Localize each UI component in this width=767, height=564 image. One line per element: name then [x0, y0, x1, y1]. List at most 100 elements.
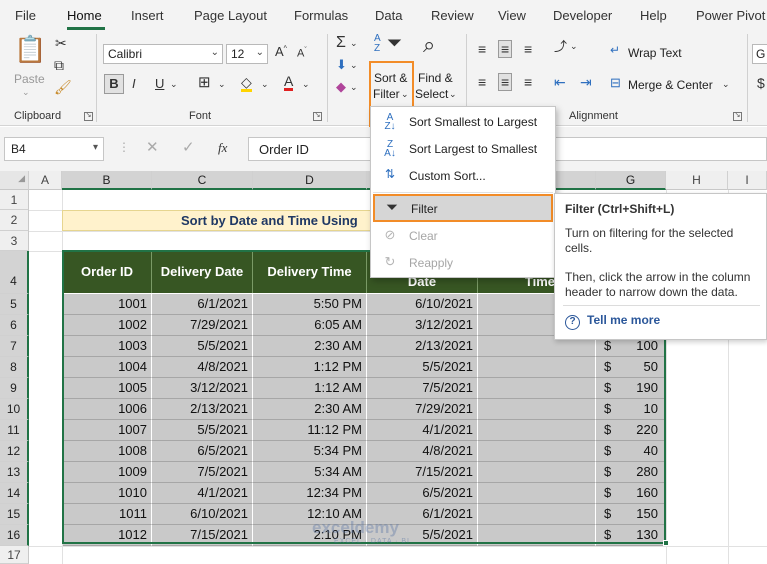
- table-cell[interactable]: 1:12 PM: [253, 357, 367, 378]
- header-delivery-date[interactable]: Delivery Date: [152, 251, 253, 293]
- cut-icon[interactable]: ✂: [55, 36, 67, 50]
- align-center-icon[interactable]: ≡: [498, 73, 513, 91]
- table-cell[interactable]: 1002: [63, 315, 152, 336]
- chevron-down-icon[interactable]: ⌄: [218, 80, 226, 89]
- row-header[interactable]: 15: [0, 504, 29, 525]
- column-header[interactable]: B: [62, 171, 152, 190]
- chevron-down-icon[interactable]: ⌄: [350, 39, 358, 48]
- table-cell[interactable]: [478, 441, 596, 462]
- tab-home[interactable]: Home: [67, 8, 102, 23]
- table-cell[interactable]: $10: [596, 399, 665, 420]
- align-top-icon[interactable]: ≡: [478, 42, 486, 56]
- row-header[interactable]: 9: [0, 378, 29, 399]
- chevron-down-icon[interactable]: ⌄: [350, 61, 358, 70]
- table-cell[interactable]: 5/5/2021: [367, 357, 478, 378]
- table-cell[interactable]: 1003: [63, 336, 152, 357]
- table-cell[interactable]: $160: [596, 483, 665, 504]
- table-cell[interactable]: 3/12/2021: [367, 315, 478, 336]
- tab-view[interactable]: View: [498, 8, 526, 23]
- table-cell[interactable]: 1011: [63, 504, 152, 525]
- menu-item-clear[interactable]: ⊘ Clear: [373, 223, 553, 249]
- fill-down-icon[interactable]: ⬇: [336, 58, 347, 71]
- increase-indent-icon[interactable]: ⇥: [580, 75, 592, 89]
- table-cell[interactable]: 7/15/2021: [152, 525, 253, 546]
- table-cell[interactable]: 4/8/2021: [367, 441, 478, 462]
- menu-item-sort-asc[interactable]: A Z↓ Sort Smallest to Largest: [373, 109, 553, 135]
- menu-item-filter[interactable]: ⏷ Filter: [373, 194, 553, 222]
- table-cell[interactable]: 6/1/2021: [152, 294, 253, 315]
- chevron-down-icon[interactable]: ⌄: [570, 42, 578, 51]
- table-cell[interactable]: 11:12 PM: [253, 420, 367, 441]
- tab-power-pivot[interactable]: Power Pivot: [696, 8, 765, 23]
- chevron-down-icon[interactable]: ⌄: [170, 80, 178, 89]
- table-cell[interactable]: 1010: [63, 483, 152, 504]
- table-cell[interactable]: 1012: [63, 525, 152, 546]
- orientation-icon[interactable]: ⤴: [554, 40, 567, 53]
- table-cell[interactable]: 1004: [63, 357, 152, 378]
- row-header[interactable]: 6: [0, 315, 29, 336]
- align-right-icon[interactable]: ≡: [524, 75, 532, 89]
- table-cell[interactable]: 1009: [63, 462, 152, 483]
- table-cell[interactable]: 12:34 PM: [253, 483, 367, 504]
- chevron-down-icon[interactable]: ⌄: [302, 80, 310, 89]
- table-cell[interactable]: 6:05 AM: [253, 315, 367, 336]
- copy-icon[interactable]: ⧉: [54, 58, 64, 72]
- font-size-combo[interactable]: 12 ⌄: [226, 44, 268, 64]
- italic-button[interactable]: I: [132, 77, 136, 90]
- table-cell[interactable]: [478, 525, 596, 546]
- table-cell[interactable]: $220: [596, 420, 665, 441]
- menu-item-custom-sort[interactable]: ⇅ Custom Sort...: [373, 163, 553, 189]
- table-cell[interactable]: $280: [596, 462, 665, 483]
- table-cell[interactable]: [478, 504, 596, 525]
- tab-help[interactable]: Help: [640, 8, 667, 23]
- table-cell[interactable]: 6/10/2021: [152, 504, 253, 525]
- tab-formulas[interactable]: Formulas: [294, 8, 348, 23]
- fill-color-icon[interactable]: ◇: [241, 75, 252, 92]
- row-header[interactable]: 17: [0, 546, 29, 564]
- tell-me-more-link[interactable]: ? Tell me more: [565, 313, 660, 330]
- bold-button[interactable]: B: [104, 74, 124, 94]
- chevron-down-icon[interactable]: ⌄: [350, 83, 358, 92]
- sigma-icon[interactable]: Σ: [336, 35, 346, 51]
- row-header[interactable]: 7: [0, 336, 29, 357]
- row-header[interactable]: 4: [0, 251, 29, 294]
- tab-data[interactable]: Data: [375, 8, 402, 23]
- table-cell[interactable]: 6/10/2021: [367, 294, 478, 315]
- table-cell[interactable]: 5/5/2021: [152, 336, 253, 357]
- table-cell[interactable]: $150: [596, 504, 665, 525]
- clipboard-launcher-icon[interactable]: ↘: [84, 112, 93, 121]
- tab-insert[interactable]: Insert: [131, 8, 164, 23]
- enter-icon[interactable]: ✓: [182, 140, 195, 155]
- menu-item-reapply[interactable]: ↻ Reapply: [373, 250, 553, 276]
- table-cell[interactable]: 7/5/2021: [152, 462, 253, 483]
- row-header[interactable]: 8: [0, 357, 29, 378]
- table-cell[interactable]: 1006: [63, 399, 152, 420]
- table-cell[interactable]: [478, 462, 596, 483]
- header-order-id[interactable]: Order ID: [63, 251, 152, 293]
- font-launcher-icon[interactable]: ↘: [313, 112, 322, 121]
- table-cell[interactable]: $190: [596, 378, 665, 399]
- column-header[interactable]: G: [596, 171, 666, 190]
- table-cell[interactable]: $130: [596, 525, 665, 546]
- table-cell[interactable]: [478, 399, 596, 420]
- table-cell[interactable]: 5:34 PM: [253, 441, 367, 462]
- table-cell[interactable]: 2/13/2021: [152, 399, 253, 420]
- table-cell[interactable]: [478, 378, 596, 399]
- align-left-icon[interactable]: ≡: [478, 75, 486, 89]
- table-cell[interactable]: 4/8/2021: [152, 357, 253, 378]
- table-cell[interactable]: 2:30 AM: [253, 336, 367, 357]
- table-cell[interactable]: [478, 483, 596, 504]
- table-cell[interactable]: 2:30 AM: [253, 399, 367, 420]
- row-header[interactable]: 5: [0, 294, 29, 315]
- table-cell[interactable]: 6/5/2021: [152, 441, 253, 462]
- column-header[interactable]: H: [666, 171, 728, 190]
- header-delivery-time[interactable]: Delivery Time: [253, 251, 367, 293]
- table-cell[interactable]: [478, 357, 596, 378]
- row-header[interactable]: 2: [0, 210, 29, 231]
- increase-font-icon[interactable]: A^: [275, 45, 287, 58]
- decrease-indent-icon[interactable]: ⇤: [554, 75, 566, 89]
- table-cell[interactable]: 7/29/2021: [367, 399, 478, 420]
- column-header[interactable]: I: [728, 171, 767, 190]
- format-painter-icon[interactable]: 🖌: [54, 80, 72, 94]
- table-cell[interactable]: 2/13/2021: [367, 336, 478, 357]
